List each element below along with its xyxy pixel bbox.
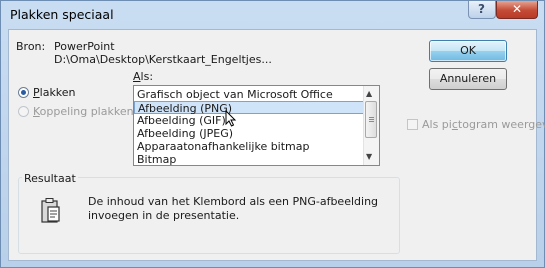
paste-link-radio[interactable]: Koppeling plakken: [18, 105, 134, 119]
display-as-icon-checkbox[interactable]: Als pictogram weergeven: [407, 118, 545, 132]
display-as-icon-box[interactable]: [407, 119, 418, 130]
source-path: D:\Oma\Desktop\Kerstkaart_Engeltjes...: [54, 53, 272, 66]
grip-line: [369, 121, 374, 122]
title-bar[interactable]: Plakken speciaal ? ✕: [1, 1, 544, 28]
close-icon: ✕: [512, 2, 523, 16]
help-button[interactable]: ?: [468, 1, 496, 19]
close-button[interactable]: ✕: [496, 1, 538, 19]
result-text-line1: De inhoud van het Klembord als een PNG-a…: [88, 195, 379, 208]
display-as-icon-label: Als pictogram weergeven: [422, 118, 545, 131]
paste-link-radio-label: Koppeling plakken: [33, 105, 134, 118]
list-item[interactable]: Grafisch object van Microsoft Office: [134, 88, 364, 101]
result-text-line2: invoegen in de presentatie.: [88, 209, 240, 222]
paste-radio-dot[interactable]: [18, 87, 29, 98]
list-item[interactable]: Bitmap: [134, 153, 364, 165]
cancel-button[interactable]: Annuleren: [429, 68, 507, 90]
scroll-up-icon[interactable]: ▲: [366, 89, 372, 98]
source-app: PowerPoint: [54, 40, 115, 53]
list-item-selected[interactable]: Afbeelding (PNG): [134, 101, 364, 115]
clipboard-icon: [41, 198, 60, 223]
source-label: Bron:: [16, 40, 46, 53]
list-item[interactable]: Apparaatonafhankelijke bitmap: [134, 140, 364, 153]
grip-line: [369, 119, 374, 120]
paste-radio[interactable]: Plakken: [18, 86, 128, 100]
paste-link-radio-dot[interactable]: [18, 106, 29, 117]
scroll-down-icon[interactable]: ▼: [366, 152, 372, 161]
dialog-body: Bron: PowerPoint D:\Oma\Desktop\Kerstkaa…: [8, 29, 545, 261]
list-scrollbar[interactable]: ▲ ▼: [363, 86, 379, 165]
window-title: Plakken speciaal: [10, 7, 114, 22]
result-title: Resultaat: [22, 172, 78, 185]
paste-special-dialog: Plakken speciaal ? ✕ Bron: PowerPoint D:…: [0, 0, 545, 268]
ok-button[interactable]: OK: [429, 40, 507, 62]
paste-radio-label: Plakken: [33, 86, 76, 99]
mouse-pointer-icon: [225, 110, 237, 127]
help-icon: ?: [478, 2, 485, 16]
format-list[interactable]: Grafisch object van Microsoft Office Afb…: [133, 85, 380, 166]
list-item[interactable]: Afbeelding (JPEG): [134, 127, 364, 140]
grip-line: [369, 117, 374, 118]
as-label: Als:: [133, 70, 154, 83]
scroll-thumb[interactable]: [365, 101, 377, 138]
list-item[interactable]: Afbeelding (GIF): [134, 114, 364, 127]
